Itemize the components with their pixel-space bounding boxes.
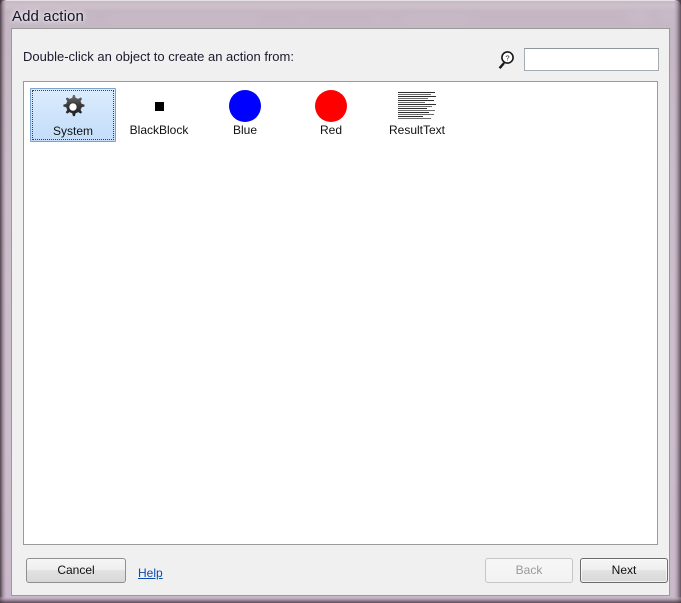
- window-left-border: [0, 0, 6, 603]
- dialog-button-bar: Cancel Help Back Next: [12, 549, 669, 595]
- dialog-client-area: Double-click an object to create an acti…: [11, 28, 670, 596]
- object-item-blackblock[interactable]: BlackBlock: [116, 88, 202, 142]
- object-label: System: [52, 124, 93, 138]
- object-item-blue[interactable]: Blue: [202, 88, 288, 142]
- help-link[interactable]: Help: [138, 566, 163, 580]
- object-label: Red: [319, 123, 342, 137]
- object-label: Blue: [232, 123, 258, 137]
- cancel-button[interactable]: Cancel: [26, 558, 126, 583]
- object-item-red[interactable]: Red: [288, 88, 374, 142]
- object-label: BlackBlock: [129, 123, 189, 137]
- search-row: ?: [496, 42, 659, 76]
- object-list-panel[interactable]: System BlackBlock Blue Red ResultText: [23, 81, 658, 545]
- search-input[interactable]: [524, 48, 659, 71]
- text-document-icon: [396, 90, 438, 122]
- window-title: Add action: [12, 8, 84, 25]
- next-button[interactable]: Next: [580, 558, 668, 583]
- window-right-border: [674, 0, 681, 603]
- magnifier-question-icon[interactable]: ?: [496, 50, 516, 70]
- black-square-icon: [138, 90, 180, 122]
- back-button[interactable]: Back: [485, 558, 573, 583]
- svg-text:?: ?: [505, 54, 509, 63]
- add-action-dialog-window: Add action Double-click an object to cre…: [0, 0, 681, 603]
- gear-icon: [52, 91, 94, 123]
- red-circle-icon: [310, 90, 352, 122]
- object-list: System BlackBlock Blue Red ResultText: [24, 82, 460, 142]
- instruction-label: Double-click an object to create an acti…: [23, 49, 294, 64]
- object-label: ResultText: [388, 123, 446, 137]
- object-item-system[interactable]: System: [30, 88, 116, 142]
- object-item-resulttext[interactable]: ResultText: [374, 88, 460, 142]
- blue-circle-icon: [224, 90, 266, 122]
- window-bottom-border: [0, 597, 681, 603]
